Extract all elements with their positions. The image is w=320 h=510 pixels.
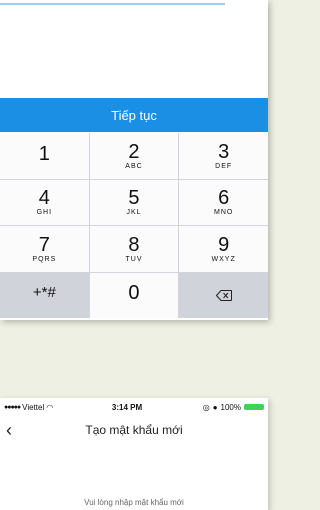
battery-percent: 100% — [220, 402, 241, 412]
key-digit: 1 — [38, 142, 50, 165]
key-7[interactable]: 7 PQRS — [0, 226, 89, 272]
key-6[interactable]: 6 MNO — [179, 179, 268, 225]
create-password-screen: ●●●●● Viettel ◠ 3:14 PM ◎ ● 100% ‹ Tạo m… — [0, 398, 268, 510]
page-title: Tạo mật khẩu mới — [85, 423, 183, 437]
key-digit: 7 — [38, 233, 50, 256]
wifi-icon: ◠ — [46, 402, 54, 412]
key-3[interactable]: 3 DEF — [179, 133, 268, 179]
chevron-left-icon[interactable]: ‹ — [6, 420, 12, 441]
key-letters: PQRS — [32, 255, 57, 263]
key-2[interactable]: 2 ABC — [89, 133, 179, 179]
key-digit: +*# — [32, 284, 56, 302]
key-letters: WXYZ — [211, 255, 236, 263]
key-digit: 0 — [128, 282, 140, 305]
key-8[interactable]: 8 TUV — [89, 226, 179, 272]
orientation-lock-icon: ● — [212, 402, 218, 412]
key-1[interactable]: 1 — [0, 133, 89, 179]
key-digit: 5 — [128, 187, 140, 210]
backspace-icon — [215, 289, 232, 301]
key-5[interactable]: 5 JKL — [89, 179, 179, 225]
status-bar: ●●●●● Viettel ◠ 3:14 PM ◎ ● 100% — [0, 398, 268, 416]
signal-strength-icon: ●●●●● — [4, 403, 21, 411]
key-digit: 4 — [38, 187, 50, 210]
key-letters: DEF — [215, 162, 233, 170]
key-digit: 8 — [128, 233, 140, 256]
key-digit: 3 — [218, 140, 230, 163]
key-digit: 2 — [128, 140, 140, 163]
key-digit: 9 — [218, 233, 230, 256]
key-digit: 6 — [218, 187, 230, 210]
alarm-icon: ◎ — [202, 402, 210, 412]
battery-icon — [244, 404, 264, 410]
numeric-keypad: 1 2 ABC 3 DEF 4 GHI 5 JKL 6 MNO 7 PQRS 8 TUV 9W… — [0, 133, 268, 318]
input-underline — [0, 0, 225, 5]
navigation-bar: ‹ Tạo mật khẩu mới — [0, 416, 268, 444]
key-backspace[interactable] — [179, 272, 268, 318]
status-time: 3:14 PM — [111, 402, 143, 412]
carrier-name: Viettel — [22, 402, 45, 412]
key-0[interactable]: 0 — [89, 272, 179, 318]
key-letters: TUV — [125, 255, 143, 263]
key-letters: JKL — [126, 209, 142, 217]
key-letters: ABC — [125, 162, 143, 170]
key-letters: MNO — [213, 209, 234, 217]
key-4[interactable]: 4 GHI — [0, 179, 89, 225]
key-symbols[interactable]: +*# — [0, 272, 89, 318]
passcode-screen: Tiếp tục 1 2 ABC 3 DEF 4 GHI 5 JKL 6 MNO 7 PQR… — [0, 0, 268, 320]
key-9[interactable]: 9 WXYZ — [179, 226, 268, 272]
continue-button[interactable]: Tiếp tục — [0, 98, 268, 132]
key-letters: GHI — [36, 209, 53, 217]
instruction-text: Vui lòng nhập mật khẩu mới — [84, 498, 184, 507]
